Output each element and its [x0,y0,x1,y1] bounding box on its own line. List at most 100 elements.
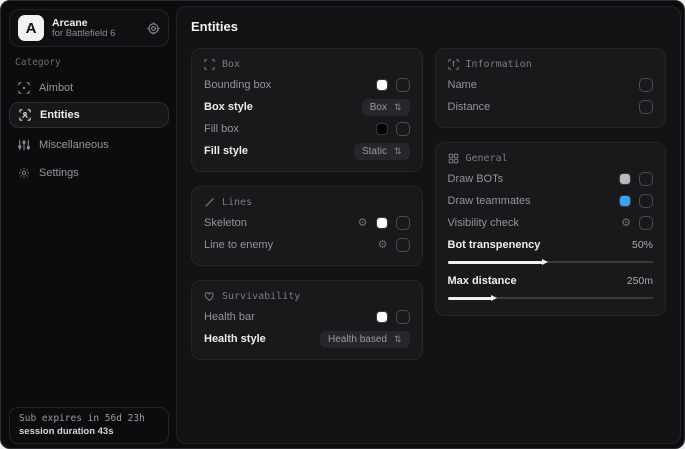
gear-icon[interactable]: ⚙ [378,240,388,251]
crosshair-icon [17,82,30,94]
checkbox[interactable] [639,78,653,92]
card-box-header: Box [204,59,410,70]
page-title: Entities [191,19,666,34]
card-survivability: Survivability Health bar Health style He… [191,280,423,360]
card-title: Information [466,59,532,70]
box-corners-icon [204,59,215,70]
card-title: Box [222,59,240,70]
card-information: Information Name Distance [435,48,667,128]
setting-row-name: Name [448,74,654,96]
checkbox[interactable] [396,78,410,92]
entities-icon [18,109,31,121]
slider-value: 250m [627,275,653,287]
app-subtitle: for Battlefield 6 [52,29,139,40]
sliders-icon [17,139,30,151]
sidebar-item-label: Miscellaneous [39,139,109,151]
setting-row-bot-transparency: Bot transpenency 50% [448,234,654,256]
card-lines: Lines Skeleton ⚙ Line to enemy ⚙ [191,186,423,266]
setting-row-max-distance: Max distance 250m [448,270,654,292]
main-panel: Entities Box B [176,6,681,444]
setting-label: Max distance [448,275,627,287]
card-box: Box Bounding box Box style Box ⇅ [191,48,423,172]
gear-icon[interactable]: ⚙ [621,218,631,229]
color-swatch[interactable] [376,79,388,91]
color-swatch[interactable] [376,311,388,323]
support-crosshair-icon[interactable] [147,22,160,35]
gear-icon[interactable]: ⚙ [358,218,368,229]
subscription-info-box: Sub expires in 56d 23h session duration … [9,407,169,444]
color-swatch[interactable] [619,195,631,207]
sidebar-item-entities[interactable]: Entities [9,102,169,128]
dropdown-value: Box [370,102,387,113]
sidebar-item-label: Aimbot [39,82,73,94]
bot-transparency-slider[interactable] [448,258,654,266]
setting-label: Line to enemy [204,239,378,251]
setting-label: Draw teammates [448,195,620,207]
checkbox[interactable] [639,172,653,186]
category-label: Category [15,57,61,68]
app-logo-letter: A [26,20,37,37]
checkbox[interactable] [639,194,653,208]
dropdown-fill-style[interactable]: Static ⇅ [354,143,410,160]
setting-row-fill-box: Fill box [204,118,410,140]
checkbox[interactable] [396,122,410,136]
sidebar-item-miscellaneous[interactable]: Miscellaneous [9,132,169,158]
setting-label: Skeleton [204,217,358,229]
chevron-updown-icon: ⇅ [394,146,402,157]
dropdown-health-style[interactable]: Health based ⇅ [320,331,409,348]
sidebar-item-aimbot[interactable]: Aimbot [9,75,169,101]
setting-label: Fill style [204,145,354,157]
gear-icon [17,167,30,179]
checkbox[interactable] [396,310,410,324]
checkbox[interactable] [396,216,410,230]
setting-row-bounding-box: Bounding box [204,74,410,96]
chevron-updown-icon: ⇅ [394,334,402,345]
setting-row-health-style: Health style Health based ⇅ [204,328,410,350]
sidebar-item-settings[interactable]: Settings [9,160,169,186]
setting-label: Box style [204,101,362,113]
setting-label: Bounding box [204,79,376,91]
setting-label: Bot transpenency [448,239,632,251]
info-scan-icon [448,59,459,70]
card-title: Lines [222,197,252,208]
line-icon [204,197,215,208]
checkbox[interactable] [639,100,653,114]
sidebar: A Arcane for Battlefield 6 Category [1,1,176,448]
checkbox[interactable] [639,216,653,230]
sidebar-item-label: Entities [40,109,80,121]
max-distance-slider[interactable] [448,294,654,302]
checkbox[interactable] [396,238,410,252]
chevron-updown-icon: ⇅ [394,102,402,113]
setting-row-health-bar: Health bar [204,306,410,328]
app-titles: Arcane for Battlefield 6 [52,17,139,40]
setting-row-visibility-check: Visibility check ⚙ [448,212,654,234]
setting-row-draw-bots: Draw BOTs [448,168,654,190]
setting-row-line-to-enemy: Line to enemy ⚙ [204,234,410,256]
setting-label: Health bar [204,311,376,323]
card-information-header: Information [448,59,654,70]
card-general-header: General [448,153,654,164]
setting-row-fill-style: Fill style Static ⇅ [204,140,410,162]
sidebar-item-label: Settings [39,167,79,179]
setting-label: Fill box [204,123,376,135]
setting-row-skeleton: Skeleton ⚙ [204,212,410,234]
setting-label: Health style [204,333,320,345]
setting-label: Draw BOTs [448,173,620,185]
setting-row-box-style: Box style Box ⇅ [204,96,410,118]
setting-label: Visibility check [448,217,622,229]
slider-value: 50% [632,239,653,251]
card-lines-header: Lines [204,197,410,208]
card-title: General [466,153,508,164]
color-swatch[interactable] [376,217,388,229]
card-general: General Draw BOTs Draw teammates [435,142,667,316]
color-swatch[interactable] [376,123,388,135]
setting-row-distance: Distance [448,96,654,118]
color-swatch[interactable] [619,173,631,185]
right-column: Information Name Distance [435,48,667,360]
card-title: Survivability [222,291,300,302]
dropdown-box-style[interactable]: Box ⇅ [362,99,410,116]
card-survivability-header: Survivability [204,291,410,302]
setting-label: Distance [448,101,640,113]
setting-label: Name [448,79,640,91]
slider-fill [448,297,493,300]
